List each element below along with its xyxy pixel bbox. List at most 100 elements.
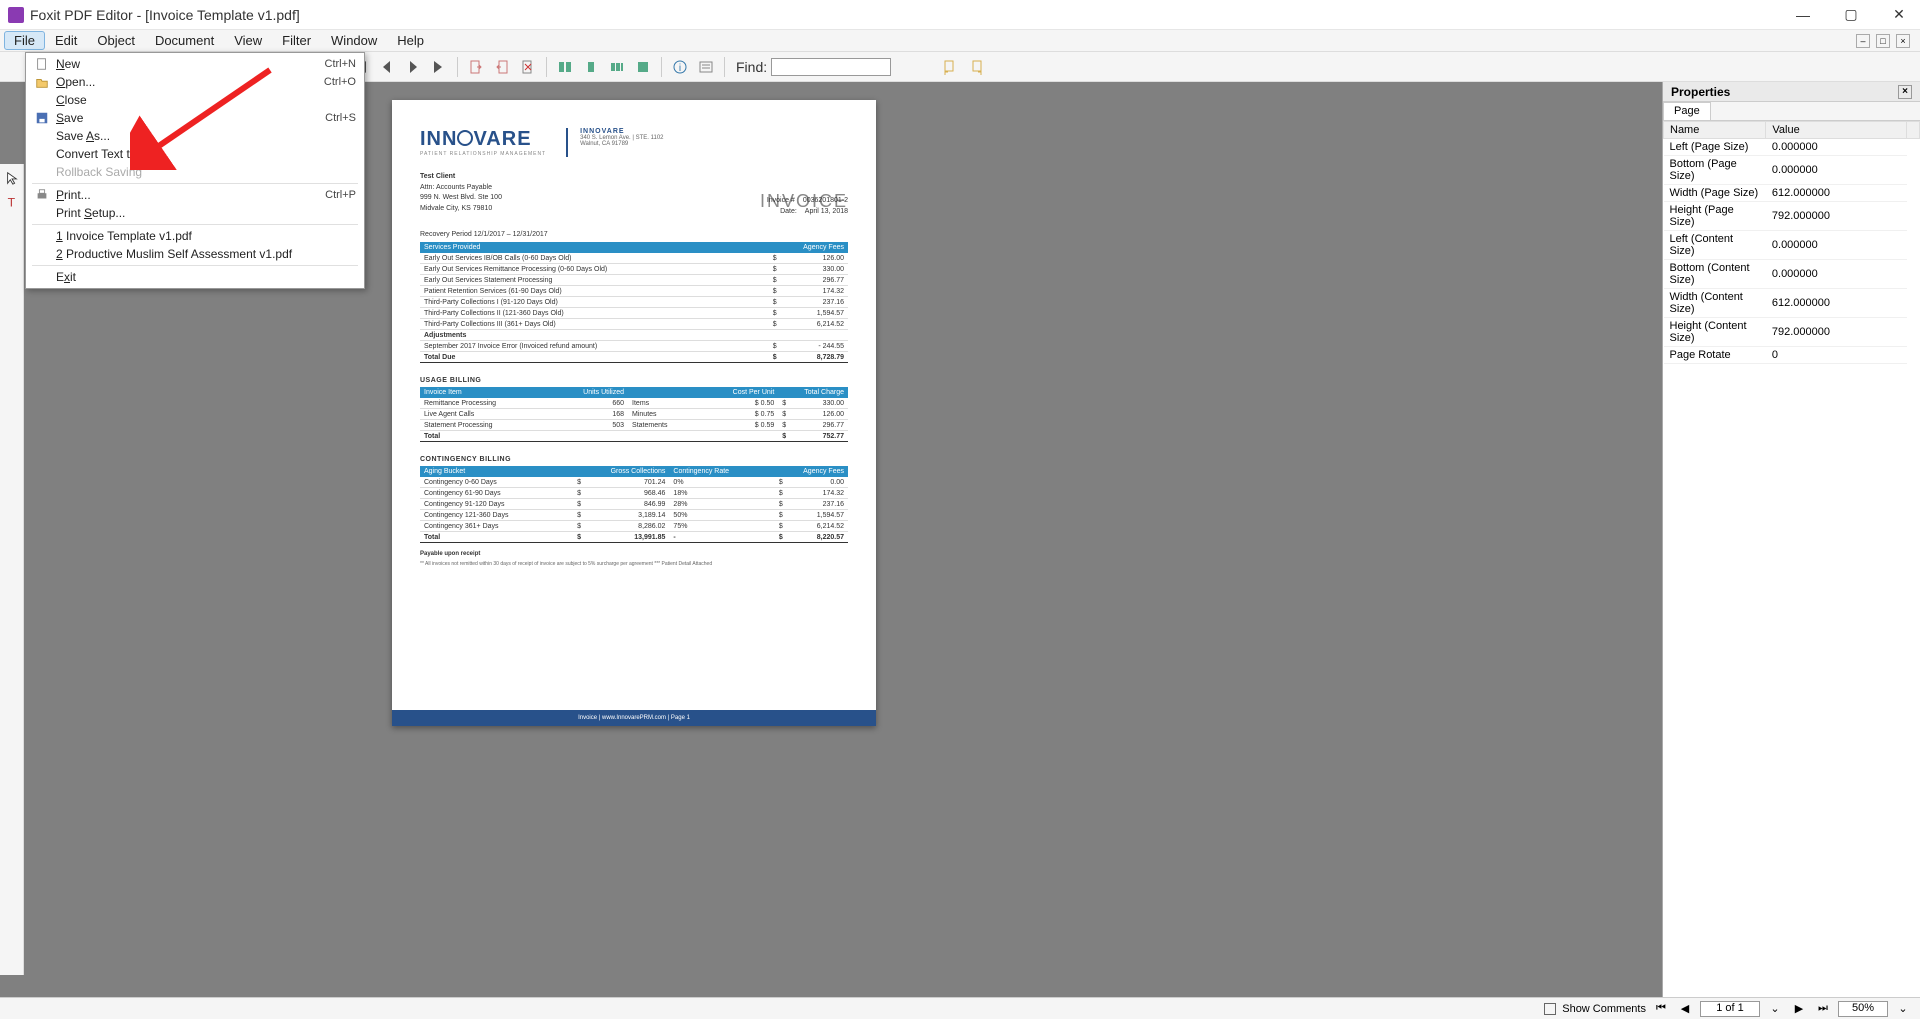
sub-minimize-button[interactable]: – [1856,34,1870,48]
invoice-date: April 13, 2018 [805,208,848,215]
fineprint: ** All invoices not remitted within 30 d… [420,561,848,567]
prop-name: Height (Content Size) [1664,318,1766,347]
client-attn: Attn: Accounts Payable [420,183,502,194]
side-toolbar: T [0,164,24,975]
page-indicator[interactable]: 1 of 1 [1700,1001,1760,1017]
invnum: 0036201801-2 [803,197,848,204]
app-icon [8,7,24,23]
title-bar: Foxit PDF Editor - [Invoice Template v1.… [0,0,1920,30]
layout-3-button[interactable] [606,56,628,78]
close-button[interactable]: ✕ [1886,5,1912,25]
layout-2-button[interactable] [580,56,602,78]
prop-value: 0.000000 [1766,231,1907,260]
menu-item-close[interactable]: Close [28,91,362,109]
company-name: INNOVARE [580,128,663,135]
delete-page-button[interactable] [517,56,539,78]
info-button[interactable]: i [669,56,691,78]
find-input[interactable] [771,58,891,76]
last-page-sb[interactable]: ⏭ [1814,1001,1832,1017]
client-name: Test Client [420,172,502,183]
page-dropdown[interactable]: ⌄ [1766,1001,1784,1017]
pdf-page[interactable]: INNVARE PATIENT RELATIONSHIP MANAGEMENT … [392,100,876,726]
company-tagline: PATIENT RELATIONSHIP MANAGEMENT [420,151,546,157]
zoom-dropdown[interactable]: ⌄ [1894,1001,1912,1017]
menu-window[interactable]: Window [321,31,387,50]
menu-item-convert-text-to-path[interactable]: Convert Text to Path [28,145,362,163]
services-table: Services ProvidedAgency Fees Early Out S… [420,242,848,363]
prop-name: Width (Page Size) [1664,185,1766,202]
properties-grid: NameValue Left (Page Size)0.000000Bottom… [1663,120,1920,997]
pointer-tool-button[interactable] [2,168,22,188]
prop-value: 792.000000 [1766,202,1907,231]
sub-restore-button[interactable]: □ [1876,34,1890,48]
show-comments-checkbox[interactable] [1544,1003,1556,1015]
recent-file[interactable]: 2 Productive Muslim Self Assessment v1.p… [28,245,362,263]
options-button[interactable] [695,56,717,78]
usage-title: USAGE BILLING [420,377,848,384]
menu-item-print-setup-[interactable]: Print Setup... [28,204,362,222]
client-addr1: 999 N. West Blvd. Ste 100 [420,193,502,204]
show-comments-label: Show Comments [1562,1003,1646,1015]
menu-item-save-as-[interactable]: Save As... [28,127,362,145]
layout-4-button[interactable] [632,56,654,78]
menu-item-new[interactable]: NewCtrl+N [28,55,362,73]
menu-item-rollback-saving: Rollback Saving [28,163,362,181]
minimize-button[interactable]: — [1790,5,1816,25]
svg-text:T: T [7,195,15,209]
prop-value: 612.000000 [1766,185,1907,202]
properties-title: Properties [1671,85,1730,99]
invnum-label: Invoice # [745,196,795,207]
status-bar: Show Comments ⏮ ◀ 1 of 1 ⌄ ▶ ⏭ 50% ⌄ [0,997,1920,1019]
cont-title: CONTINGENCY BILLING [420,456,848,463]
next-page-sb[interactable]: ▶ [1790,1001,1808,1017]
prop-name: Bottom (Content Size) [1664,260,1766,289]
prop-value: 612.000000 [1766,289,1907,318]
export-page-button[interactable] [491,56,513,78]
find-prev-button[interactable] [939,56,961,78]
maximize-button[interactable]: ▢ [1838,5,1864,25]
prop-name: Left (Page Size) [1664,139,1766,156]
next-page-button[interactable] [402,56,424,78]
prev-page-button[interactable] [376,56,398,78]
menu-object[interactable]: Object [87,31,145,50]
menu-item-open-[interactable]: Open...Ctrl+O [28,73,362,91]
find-next-button[interactable] [965,56,987,78]
prop-value: 0.000000 [1766,156,1907,185]
contingency-table: Aging BucketGross CollectionsContingency… [420,466,848,543]
prop-value: 0 [1766,347,1907,364]
import-page-button[interactable] [465,56,487,78]
prev-page-sb[interactable]: ◀ [1676,1001,1694,1017]
date-label: Date: [747,207,797,218]
sub-close-button[interactable]: × [1896,34,1910,48]
layout-1-button[interactable] [554,56,576,78]
first-page-sb[interactable]: ⏮ [1652,1001,1670,1017]
prop-value: 0.000000 [1766,139,1907,156]
menu-exit[interactable]: Exit [28,268,362,286]
last-page-button[interactable] [428,56,450,78]
menu-filter[interactable]: Filter [272,31,321,50]
menu-bar: File Edit Object Document View Filter Wi… [0,30,1920,52]
text-tool-button[interactable]: T [2,192,22,212]
properties-tab-page[interactable]: Page [1663,102,1711,120]
prop-name: Page Rotate [1664,347,1766,364]
recovery-period: Recovery Period 12/1/2017 – 12/31/2017 [420,231,848,238]
menu-item-print-[interactable]: Print...Ctrl+P [28,186,362,204]
properties-close-button[interactable]: × [1898,85,1912,99]
menu-help[interactable]: Help [387,31,434,50]
menu-file[interactable]: File [4,31,45,50]
menu-document[interactable]: Document [145,31,224,50]
menu-item-save[interactable]: SaveCtrl+S [28,109,362,127]
company-logo: INNVARE [420,128,546,151]
recent-file[interactable]: 1 Invoice Template v1.pdf [28,227,362,245]
properties-panel: Properties × Page NameValue Left (Page S… [1662,82,1920,997]
menu-view[interactable]: View [224,31,272,50]
window-title: Foxit PDF Editor - [Invoice Template v1.… [30,7,300,23]
client-addr2: Midvale City, KS 79810 [420,204,502,215]
zoom-indicator[interactable]: 50% [1838,1001,1888,1017]
prop-value: 0.000000 [1766,260,1907,289]
prop-name: Height (Page Size) [1664,202,1766,231]
prop-value: 792.000000 [1766,318,1907,347]
company-addr2: Walnut, CA 91789 [580,141,663,147]
prop-name: Width (Content Size) [1664,289,1766,318]
menu-edit[interactable]: Edit [45,31,87,50]
